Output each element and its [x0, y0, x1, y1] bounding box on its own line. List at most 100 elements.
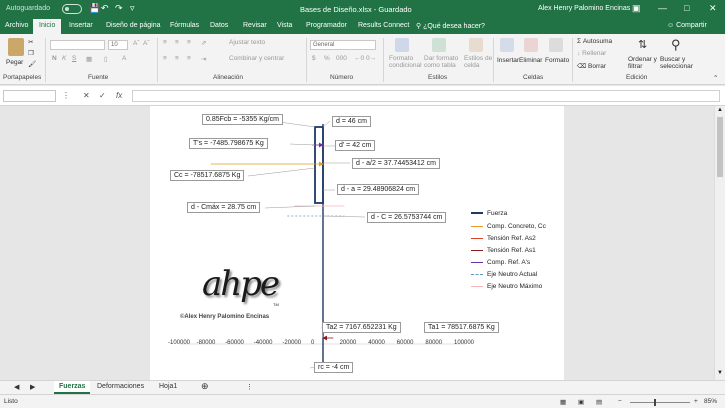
- zoom-in-icon[interactable]: +: [694, 398, 698, 405]
- font-name-combo[interactable]: [50, 40, 105, 50]
- tab-formulas[interactable]: Fórmulas: [170, 22, 199, 29]
- wrap-text-button[interactable]: Ajustar texto: [229, 39, 265, 46]
- increase-decimal-icon[interactable]: ←0: [354, 55, 364, 62]
- confirm-entry-icon[interactable]: ✓: [99, 91, 106, 100]
- paste-button[interactable]: Pegar: [6, 59, 23, 66]
- page-break-icon[interactable]: ▤: [596, 398, 602, 406]
- zoom-out-icon[interactable]: −: [618, 398, 622, 405]
- copy-icon[interactable]: ❐: [28, 49, 34, 57]
- align-middle-icon[interactable]: ≡: [175, 39, 179, 46]
- zoom-slider[interactable]: [630, 399, 690, 406]
- maximize-icon[interactable]: □: [684, 3, 689, 13]
- delete-cells-button[interactable]: Eliminar: [519, 57, 542, 64]
- find-select-button[interactable]: Buscar y seleccionar: [660, 56, 693, 70]
- cell-styles-icon[interactable]: [469, 38, 483, 52]
- name-box[interactable]: [3, 90, 56, 102]
- more-sheets-icon[interactable]: ⋮: [246, 383, 253, 391]
- x-tick-label: 20000: [339, 340, 357, 346]
- shrink-font-icon[interactable]: Aˇ: [143, 40, 150, 47]
- cut-icon[interactable]: ✂: [28, 38, 33, 46]
- tab-results-connect[interactable]: Results Connect: [358, 22, 409, 29]
- conditional-format-icon[interactable]: [395, 38, 409, 52]
- trademark-mark: TM: [273, 302, 279, 307]
- scroll-thumb[interactable]: [717, 117, 723, 177]
- normal-view-icon[interactable]: ▦: [560, 398, 566, 406]
- indent-icon[interactable]: ⇥: [201, 55, 206, 63]
- close-icon[interactable]: ✕: [709, 3, 717, 14]
- autosave-toggle[interactable]: [62, 4, 82, 14]
- format-cells-icon[interactable]: [549, 38, 563, 52]
- orientation-icon[interactable]: ⇗: [201, 39, 206, 47]
- user-name[interactable]: Alex Henry Palomino Encinas: [538, 5, 630, 12]
- format-table-button[interactable]: Dar formato como tabla: [424, 55, 458, 69]
- currency-icon[interactable]: $: [312, 55, 316, 62]
- tab-inicio[interactable]: Inicio: [33, 19, 62, 34]
- redo-icon[interactable]: ↷: [115, 3, 123, 14]
- scroll-up-icon[interactable]: ▲: [717, 107, 723, 113]
- formula-input[interactable]: [132, 90, 720, 102]
- next-sheet-icon[interactable]: ▶: [30, 383, 35, 391]
- save-icon[interactable]: 💾: [89, 3, 100, 14]
- cell-styles-button[interactable]: Estilos de celda: [464, 55, 492, 69]
- fill-button[interactable]: ↓ Rellenar: [577, 50, 606, 57]
- sheet-tab-fuerzas[interactable]: Fuerzas: [54, 381, 91, 394]
- insert-function-button[interactable]: fx: [116, 91, 122, 100]
- sort-filter-button[interactable]: Ordenar y filtrar: [628, 56, 657, 70]
- conditional-format-button[interactable]: Formato condicional: [389, 55, 422, 69]
- page-layout-icon[interactable]: ▣: [578, 398, 584, 406]
- underline-icon[interactable]: S: [72, 55, 76, 62]
- font-color-icon[interactable]: A: [122, 55, 126, 62]
- tab-vista[interactable]: Vista: [277, 22, 292, 29]
- tab-diseno-pagina[interactable]: Diseño de página: [106, 22, 161, 29]
- number-format-combo[interactable]: General: [310, 40, 376, 50]
- grow-font-icon[interactable]: Aˆ: [133, 40, 140, 47]
- tab-programador[interactable]: Programador: [306, 22, 347, 29]
- borders-icon[interactable]: ▦: [86, 55, 92, 63]
- add-sheet-icon[interactable]: ⊕: [201, 381, 209, 392]
- merge-center-button[interactable]: Combinar y centrar: [229, 55, 284, 62]
- zoom-level[interactable]: 85%: [704, 398, 717, 405]
- format-table-icon[interactable]: [432, 38, 446, 52]
- minimize-icon[interactable]: —: [658, 3, 667, 13]
- format-painter-icon[interactable]: 🖌: [28, 60, 36, 68]
- sheet-tab-deformaciones[interactable]: Deformaciones: [97, 383, 144, 390]
- format-cells-button[interactable]: Formato: [545, 57, 569, 64]
- tab-insertar[interactable]: Insertar: [69, 22, 93, 29]
- cancel-entry-icon[interactable]: ✕: [83, 91, 90, 100]
- magnifier-icon[interactable]: ⚲: [671, 37, 681, 53]
- more-options-icon[interactable]: ⋮: [62, 91, 70, 100]
- tab-revisar[interactable]: Revisar: [243, 22, 267, 29]
- italic-icon[interactable]: K: [62, 55, 66, 62]
- tab-archivo[interactable]: Archivo: [5, 22, 28, 29]
- share-button[interactable]: ☺ Compartir: [667, 22, 707, 29]
- sort-filter-icon[interactable]: ⇅: [638, 38, 647, 51]
- insert-cells-button[interactable]: Insertar: [497, 57, 519, 64]
- align-top-icon[interactable]: ≡: [163, 39, 167, 46]
- fill-color-icon[interactable]: ▯: [104, 55, 108, 63]
- customize-qat-icon[interactable]: ▿: [130, 3, 135, 14]
- ribbon-display-icon[interactable]: ▣: [632, 3, 641, 14]
- clear-button[interactable]: ⌫ Borrar: [577, 62, 606, 70]
- align-bottom-icon[interactable]: ≡: [187, 39, 191, 46]
- prev-sheet-icon[interactable]: ◀: [14, 383, 19, 391]
- tell-me-search[interactable]: ⚲ ¿Qué desea hacer?: [416, 22, 485, 30]
- font-size-combo[interactable]: 10: [108, 40, 128, 50]
- undo-icon[interactable]: ↶: [101, 3, 109, 14]
- paste-icon[interactable]: [8, 38, 24, 56]
- sheet-tab-hoja1[interactable]: Hoja1: [159, 383, 177, 390]
- decrease-decimal-icon[interactable]: 0→: [366, 55, 376, 62]
- tab-datos[interactable]: Datos: [210, 22, 228, 29]
- comma-style-icon[interactable]: 000: [336, 55, 347, 62]
- align-right-icon[interactable]: ≡: [187, 55, 191, 62]
- percent-icon[interactable]: %: [324, 55, 330, 62]
- scroll-down-icon[interactable]: ▼: [717, 370, 723, 376]
- align-left-icon[interactable]: ≡: [163, 55, 167, 62]
- collapse-ribbon-icon[interactable]: ⌃: [713, 74, 718, 82]
- autosum-button[interactable]: Σ Autosuma: [577, 38, 612, 45]
- delete-cells-icon[interactable]: [524, 38, 538, 52]
- forces-chart[interactable]: 0.85Fcb = -5355 Kg/cm d = 46 cm T's = -7…: [150, 106, 564, 380]
- align-center-icon[interactable]: ≡: [175, 55, 179, 62]
- vertical-scrollbar[interactable]: ▲ ▼: [714, 106, 725, 380]
- bold-icon[interactable]: N: [52, 55, 57, 62]
- insert-cells-icon[interactable]: [500, 38, 514, 52]
